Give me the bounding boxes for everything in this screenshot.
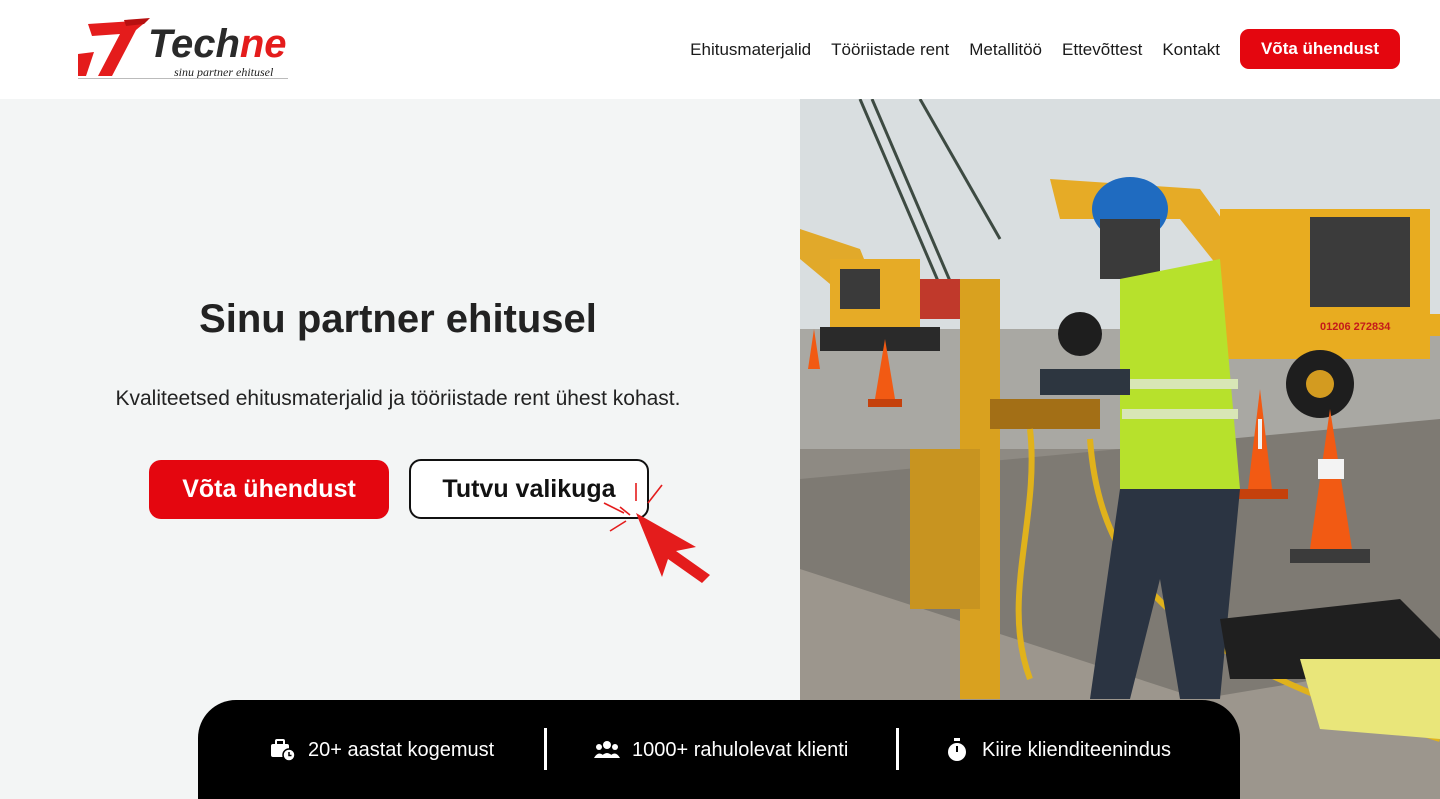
users-icon bbox=[594, 741, 620, 758]
site-header: Techne sinu partner ehitusel Ehitusmater… bbox=[0, 0, 1440, 99]
hero-title: Sinu partner ehitusel bbox=[199, 297, 597, 341]
stat-experience-label: 20+ aastat kogemust bbox=[308, 738, 495, 761]
contact-button[interactable]: Võta ühendust bbox=[149, 460, 389, 519]
stats-bar: 20+ aastat kogemust 1000+ rahulolevat kl… bbox=[198, 700, 1240, 799]
briefcase-clock-icon bbox=[271, 739, 296, 762]
main-nav: Ehitusmaterjalid Tööriistade rent Metall… bbox=[690, 38, 1220, 62]
stats-divider bbox=[896, 728, 899, 770]
hero-image: 01206 272834 bbox=[800, 99, 1440, 799]
brand-logo[interactable]: Techne sinu partner ehitusel bbox=[78, 18, 290, 80]
nav-item-ettevottest[interactable]: Ettevõttest bbox=[1062, 38, 1142, 62]
stat-clients: 1000+ rahulolevat klienti bbox=[594, 735, 848, 765]
logo-underline bbox=[78, 78, 288, 79]
stat-clients-label: 1000+ rahulolevat klienti bbox=[632, 738, 849, 761]
stat-experience: 20+ aastat kogemust bbox=[270, 735, 494, 765]
nav-item-ehitusmaterjalid[interactable]: Ehitusmaterjalid bbox=[690, 38, 811, 62]
svg-text:01206 272834: 01206 272834 bbox=[1320, 321, 1391, 333]
stopwatch-icon bbox=[948, 738, 966, 761]
nav-item-kontakt[interactable]: Kontakt bbox=[1162, 38, 1220, 62]
nav-item-tooriistade-rent[interactable]: Tööriistade rent bbox=[831, 38, 949, 62]
hero-section: Sinu partner ehitusel Kvaliteetsed ehitu… bbox=[0, 99, 800, 799]
stat-service: Kiire klienditeenindus bbox=[944, 735, 1171, 765]
nav-item-metallitoo[interactable]: Metallitöö bbox=[969, 38, 1042, 62]
stat-service-label: Kiire klienditeenindus bbox=[982, 738, 1172, 761]
hero-subtitle: Kvaliteetsed ehitusmaterjalid ja tööriis… bbox=[115, 387, 681, 410]
stats-divider bbox=[544, 728, 547, 770]
click-cursor-icon bbox=[603, 483, 710, 583]
brand-wordmark: Techne bbox=[148, 22, 287, 66]
seven-mark-icon bbox=[78, 18, 150, 76]
brand-tagline: sinu partner ehitusel bbox=[174, 65, 274, 79]
header-contact-button[interactable]: Võta ühendust bbox=[1240, 29, 1400, 69]
